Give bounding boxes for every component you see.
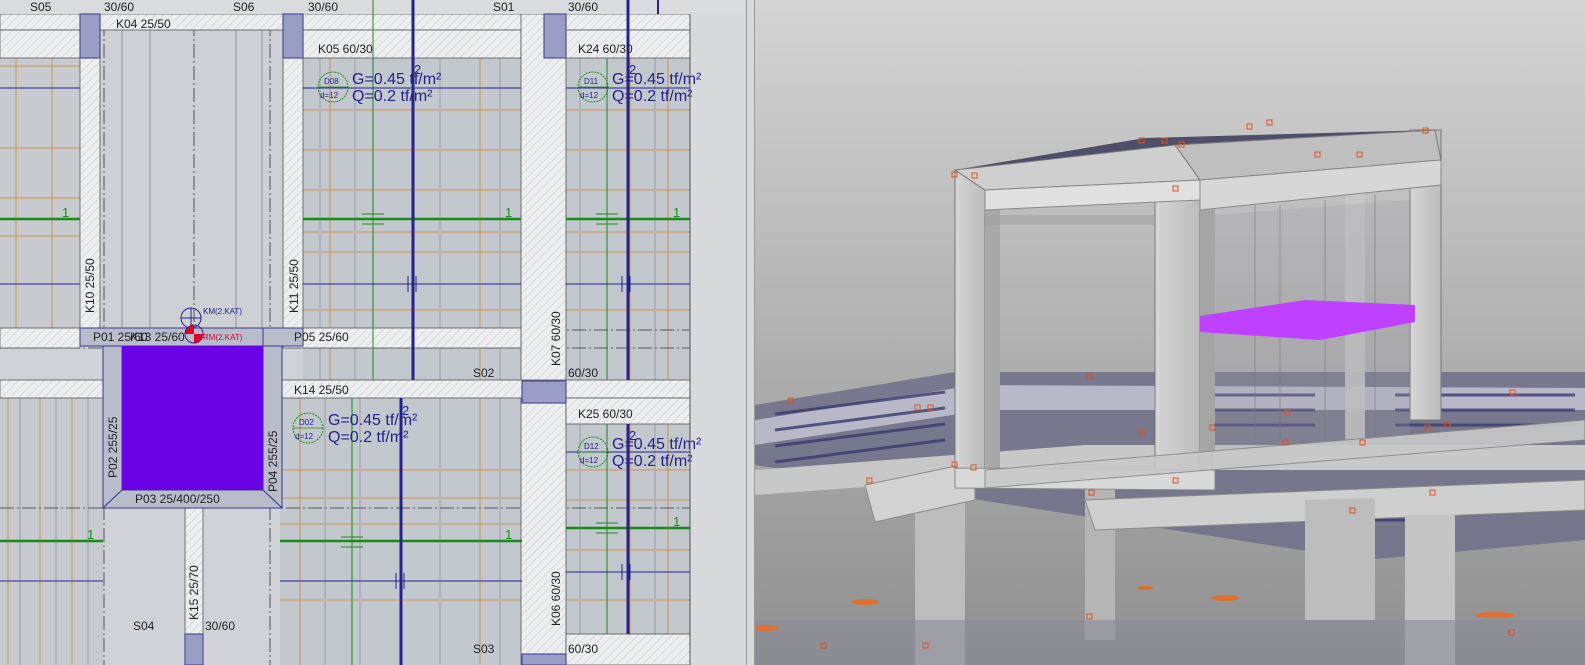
column-label: 60/30 [568, 366, 598, 380]
wall-label: P03 25/400/250 [135, 492, 220, 506]
floor-plan-view[interactable]: S05 S06 S01 S02 S03 S04 30/60 30/60 30/6… [0, 0, 746, 665]
floor-plan-canvas[interactable]: S05 S06 S01 S02 S03 S04 30/60 30/60 30/6… [0, 0, 746, 665]
direction-mark: 2 [629, 62, 636, 77]
slab-thickness: d=12 [580, 91, 599, 100]
slab-label: S02 [473, 366, 495, 380]
beam-label: K25 60/30 [578, 407, 633, 421]
live-load: Q=0.2 tf/m² [352, 88, 433, 105]
slab-label: S01 [493, 0, 515, 14]
wall-label: P01 25/60 [93, 330, 148, 344]
live-load: Q=0.2 tf/m² [612, 88, 693, 105]
rm-label: RM(2.KAT) [203, 333, 243, 342]
wall-label: P05 25/60 [294, 330, 349, 344]
column-label: 60/30 [568, 642, 598, 656]
km-label: KM(2.KAT) [203, 307, 242, 316]
slab-label: S05 [30, 0, 52, 14]
3d-viewport-canvas[interactable] [755, 0, 1585, 665]
slab-thickness: d=12 [295, 432, 314, 441]
slab-id: D02 [299, 418, 314, 427]
column-label: 30/60 [308, 0, 338, 14]
beam-label: K06 60/30 [549, 571, 563, 626]
slab-thickness: d=12 [580, 456, 599, 465]
beam-label: K14 25/50 [294, 383, 349, 397]
splitter-handle[interactable] [746, 0, 755, 665]
beam-label: K15 25/70 [187, 565, 201, 620]
column-label: 30/60 [104, 0, 134, 14]
elevator-core[interactable] [122, 346, 263, 490]
span-mark: 1 [673, 514, 680, 529]
direction-mark: 2 [629, 428, 636, 443]
direction-mark: 2 [414, 62, 421, 77]
span-mark: 1 [87, 527, 94, 542]
dead-load: G=0.45 tf/m² [612, 71, 702, 88]
span-mark: 1 [62, 205, 69, 220]
direction-mark: 2 [402, 403, 409, 418]
cad-workspace: S05 S06 S01 S02 S03 S04 30/60 30/60 30/6… [0, 0, 1585, 665]
beam-label: K07 60/30 [549, 311, 563, 366]
slab-label: S04 [133, 619, 155, 633]
3d-model-view[interactable] [755, 0, 1585, 665]
beam-label: K10 25/50 [83, 258, 97, 313]
slab-id: D08 [324, 77, 339, 86]
slab-label: S03 [473, 642, 495, 656]
dead-load: G=0.45 tf/m² [612, 436, 702, 453]
wall-label: P04 255/25 [266, 430, 280, 492]
column-label: 30/60 [205, 619, 235, 633]
beam-label: K04 25/50 [116, 17, 171, 31]
live-load: Q=0.2 tf/m² [328, 429, 409, 446]
beam-label: K11 25/50 [287, 259, 301, 313]
wall-label: P02 255/25 [106, 416, 120, 478]
span-mark: 1 [505, 527, 512, 542]
beam-label: K24 60/30 [578, 42, 633, 56]
span-mark: 1 [673, 205, 680, 220]
span-mark: 1 [505, 205, 512, 220]
beam-label: K05 60/30 [318, 42, 373, 56]
slab-label: S06 [233, 0, 255, 14]
column-label: 30/60 [568, 0, 598, 14]
slab-id: D11 [584, 77, 599, 86]
slab-thickness: d=12 [320, 91, 339, 100]
dead-load: G=0.45 tf/m² [352, 71, 442, 88]
live-load: Q=0.2 tf/m² [612, 453, 693, 470]
slab-id: D12 [584, 442, 599, 451]
